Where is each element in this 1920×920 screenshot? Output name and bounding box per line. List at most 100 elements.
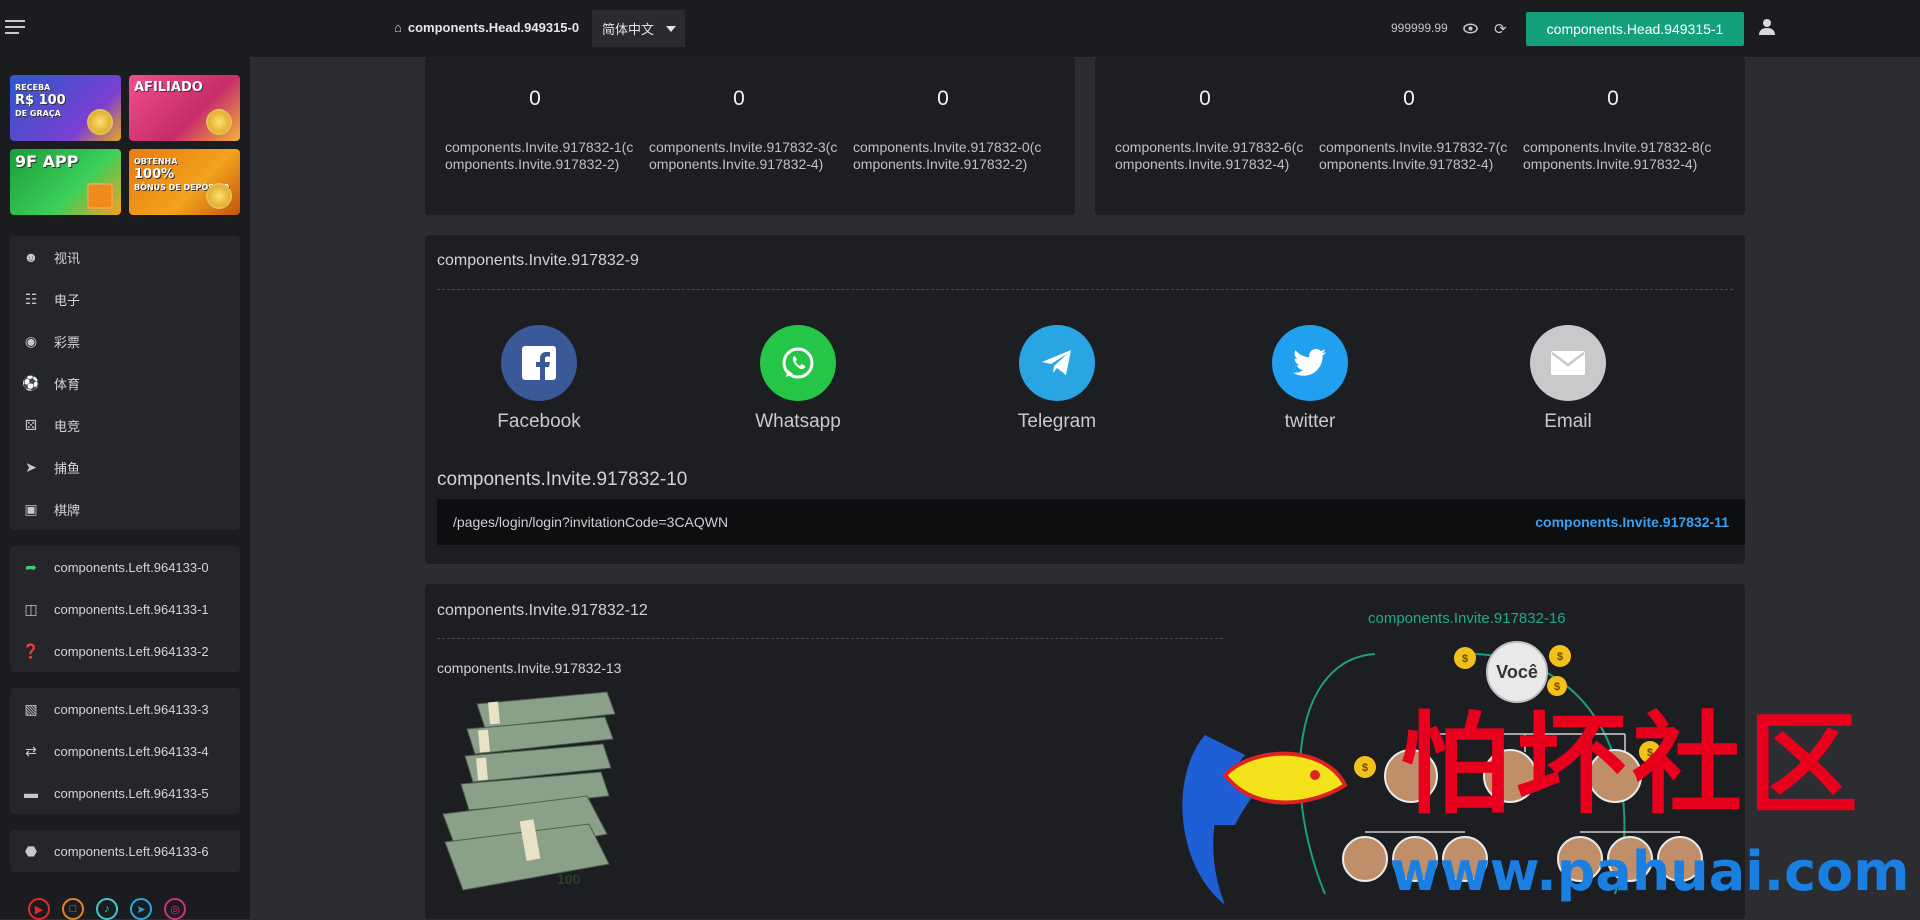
stat-item: 0 components.Invite.917832-1(components.I…: [433, 87, 637, 173]
cube-icon: ⬣: [24, 842, 38, 859]
facebook-icon[interactable]: [501, 325, 577, 401]
header-action-button[interactable]: components.Head.949315-1: [1526, 12, 1744, 46]
sidebar-item-cards[interactable]: ▣ 棋牌: [10, 488, 240, 530]
stat-label: components.Invite.917832-6(components.In…: [1115, 139, 1304, 172]
sidebar-item-label: 捕鱼: [54, 460, 81, 476]
sidebar-item-card[interactable]: ▬ components.Left.964133-5: [10, 772, 240, 814]
user-icon[interactable]: [1758, 18, 1776, 36]
cards-icon: ▣: [24, 500, 38, 517]
card-icon: ▬: [24, 785, 38, 801]
invite-link-bar: /pages/login/login?invitationCode=3CAQWN…: [437, 499, 1745, 545]
promo-text: AFILIADO: [134, 80, 203, 95]
youtube-icon[interactable]: ▶: [28, 898, 50, 920]
instagram-alt-icon[interactable]: □: [62, 898, 84, 920]
divider: [437, 289, 1733, 290]
copy-link-button[interactable]: components.Invite.917832-11: [1535, 514, 1729, 530]
tiktok-icon[interactable]: ♪: [96, 898, 118, 920]
watermark-logo: [1165, 715, 1365, 915]
whatsapp-icon[interactable]: [760, 325, 836, 401]
stat-value: 0: [1199, 87, 1211, 110]
invite-link-url[interactable]: /pages/login/login?invitationCode=3CAQWN: [453, 514, 728, 530]
sidebar-item-help[interactable]: ❓ components.Left.964133-2: [10, 630, 240, 672]
promo-banner-app[interactable]: 9F APP: [10, 149, 121, 215]
twitter-icon[interactable]: [1272, 325, 1348, 401]
share-label: Email: [1544, 411, 1592, 432]
coin-icon: [206, 109, 232, 135]
exchange-icon: ⇄: [25, 742, 37, 759]
share-telegram[interactable]: Telegram: [977, 325, 1137, 433]
stat-value: 0: [733, 87, 745, 110]
sidebar-item-extra[interactable]: ⬣ components.Left.964133-6: [10, 830, 240, 872]
sidebar-item-label: 视讯: [54, 250, 81, 266]
share-card: components.Invite.917832-9 Facebook What…: [425, 235, 1745, 564]
sidebar-item-label: 棋牌: [54, 502, 81, 518]
sidebar-item-label: components.Left.964133-0: [54, 559, 209, 575]
svg-text:$: $: [1554, 681, 1560, 693]
social-links: ▶ □ ♪ ➤ ◎: [28, 898, 186, 920]
sidebar-item-lottery[interactable]: ◉ 彩票: [10, 320, 240, 362]
share-facebook[interactable]: Facebook: [459, 325, 619, 433]
eye-icon[interactable]: [1463, 21, 1478, 36]
promo-text: R$ 100: [15, 93, 66, 108]
gift-icon: ◫: [24, 600, 38, 617]
promo-text: DE GRAÇA: [15, 109, 61, 118]
refresh-icon[interactable]: ⟳: [1494, 20, 1510, 38]
share-label: Telegram: [1017, 411, 1097, 432]
help-icon: ❓: [22, 642, 40, 659]
sidebar-item-invite[interactable]: ➦ components.Left.964133-0: [10, 546, 240, 588]
share-whatsapp[interactable]: Whatsapp: [718, 325, 878, 433]
invite-link-title: components.Invite.917832-10: [437, 469, 688, 490]
telegram-icon[interactable]: ➤: [130, 898, 152, 920]
promo-banner-affiliate[interactable]: AFILIADO: [129, 75, 240, 141]
caret-down-icon: [666, 25, 677, 32]
stat-item: 0 components.Invite.917832-0(components.I…: [841, 87, 1045, 173]
stats-card-left: 0 components.Invite.917832-1(components.I…: [425, 57, 1075, 215]
stats-row: 0 components.Invite.917832-6(components.I…: [1103, 87, 1715, 173]
share-twitter[interactable]: twitter: [1230, 325, 1390, 433]
basketball-icon: ⚽: [22, 374, 40, 391]
language-select[interactable]: 简体中文: [592, 10, 685, 47]
balance-amount: 999999.99: [1391, 21, 1448, 35]
promo-banner-free-bonus[interactable]: RECEBA R$ 100 DE GRAÇA: [10, 75, 121, 141]
extra-menu: ⬣ components.Left.964133-6: [10, 830, 240, 872]
sidebar-item-slots[interactable]: ☷ 电子: [10, 278, 240, 320]
share-label: Whatsapp: [755, 411, 841, 432]
promo-banner-deposit-bonus[interactable]: OBTENHA 100% BÔNUS DE DEPÓSITO: [129, 149, 240, 215]
instagram-icon[interactable]: ◎: [164, 898, 186, 920]
sidebar-item-label: components.Left.964133-5: [54, 785, 209, 801]
sidebar-item-label: 电竞: [54, 418, 81, 434]
telegram-icon[interactable]: [1019, 325, 1095, 401]
sidebar-item-wallet[interactable]: ▧ components.Left.964133-3: [10, 688, 240, 730]
phone-icon: [87, 183, 113, 209]
share-label: twitter: [1284, 411, 1336, 432]
language-value: 简体中文: [602, 22, 655, 37]
rewards-subtitle: components.Invite.917832-13: [437, 660, 622, 676]
sidebar-item-sports[interactable]: ⚽ 体育: [10, 362, 240, 404]
stat-value: 0: [937, 87, 949, 110]
stat-label: components.Invite.917832-7(components.In…: [1319, 139, 1508, 172]
share-email[interactable]: Email: [1488, 325, 1648, 433]
gamepad-icon: ⚄: [24, 416, 38, 433]
game-menu: ☻ 视讯 ☷ 电子 ◉ 彩票 ⚽ 体育 ⚄ 电竞 ➤ 捕鱼 ▣ 棋牌: [10, 236, 240, 530]
email-icon[interactable]: [1530, 325, 1606, 401]
promo-text: 9F APP: [15, 152, 79, 171]
stat-item: 0 components.Invite.917832-6(components.I…: [1103, 87, 1307, 173]
sidebar-item-gift[interactable]: ◫ components.Left.964133-1: [10, 588, 240, 630]
casino-dealer-icon: ☻: [23, 249, 39, 265]
fish-logo-icon: [1182, 735, 1348, 905]
sidebar-item-fishing[interactable]: ➤ 捕鱼: [10, 446, 240, 488]
sidebar-item-live[interactable]: ☻ 视讯: [10, 236, 240, 278]
stat-label: components.Invite.917832-8(components.In…: [1523, 139, 1712, 172]
watermark-url: www.pahuai.com: [1390, 840, 1910, 903]
breadcrumb[interactable]: ⌂ components.Head.949315-0: [394, 20, 579, 35]
stat-item: 0 components.Invite.917832-7(components.I…: [1307, 87, 1511, 173]
sidebar-item-label: components.Left.964133-3: [54, 701, 209, 717]
sidebar-item-label: components.Left.964133-4: [54, 743, 209, 759]
menu-toggle-icon[interactable]: [5, 20, 25, 36]
stat-value: 0: [529, 87, 541, 110]
sidebar-item-exchange[interactable]: ⇄ components.Left.964133-4: [10, 730, 240, 772]
sidebar-item-esports[interactable]: ⚄ 电竞: [10, 404, 240, 446]
slot-icon: ☷: [24, 290, 38, 307]
svg-text:$: $: [1557, 651, 1563, 663]
stat-item: 0 components.Invite.917832-8(components.I…: [1511, 87, 1715, 173]
